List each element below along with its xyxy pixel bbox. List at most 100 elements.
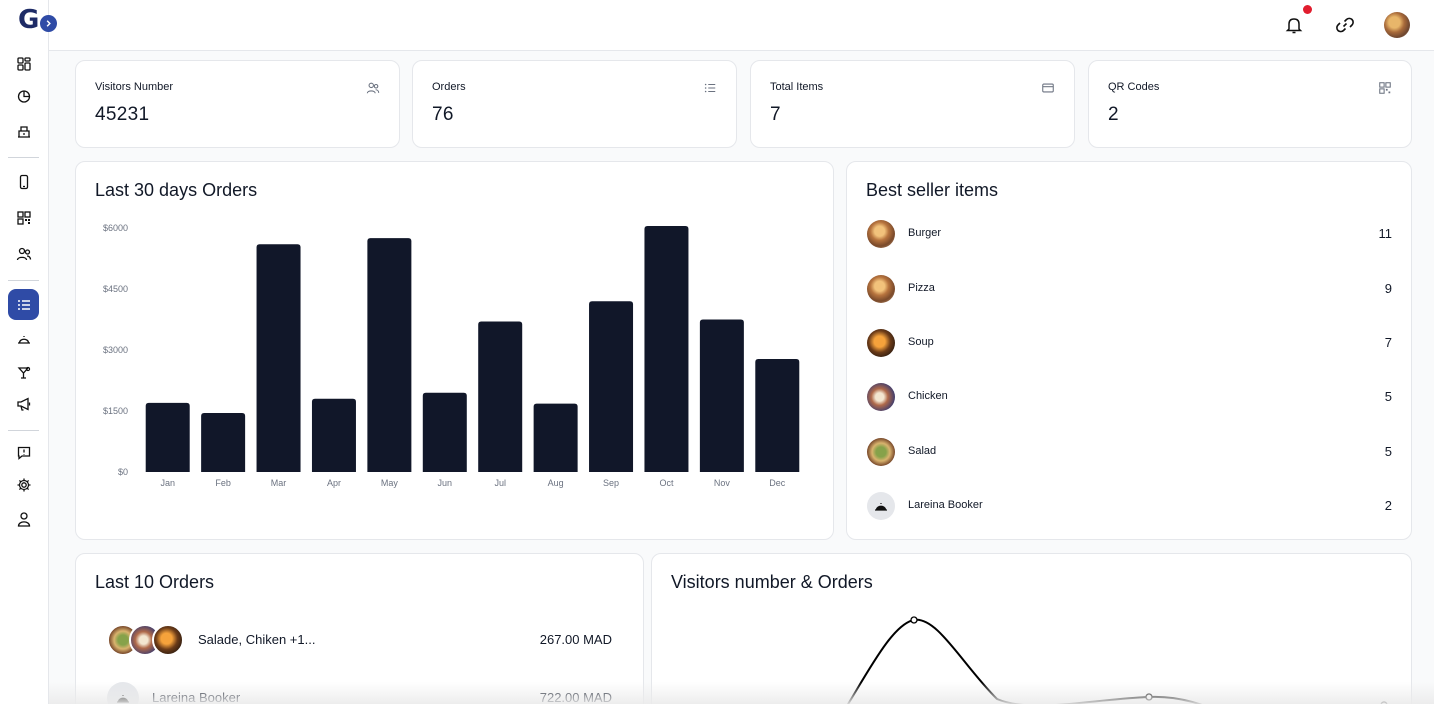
bar[interactable] [589, 301, 634, 472]
item-image [867, 275, 895, 303]
item-name: Salad [908, 445, 937, 457]
list-item[interactable]: Pizza 9 [867, 275, 1392, 303]
card-icon [1042, 83, 1054, 93]
order-amount: 267.00 MAD [539, 632, 612, 647]
share-link-button[interactable] [1333, 13, 1357, 37]
feedback-icon [17, 446, 30, 460]
x-tick-label: Dec [769, 478, 786, 488]
item-image [867, 438, 895, 466]
stat-card-qr-codes: QR Codes 2 [1088, 60, 1412, 148]
sidebar-item-settings[interactable] [8, 469, 39, 500]
sidebar-item-feedback[interactable] [8, 437, 39, 468]
item-count: 7 [1384, 335, 1392, 350]
item-count: 2 [1384, 498, 1392, 513]
stat-card-visitors: Visitors Number 45231 [75, 60, 400, 148]
bar[interactable] [478, 321, 523, 472]
chevron-right-icon [46, 20, 51, 27]
table-row[interactable]: Lareina Booker 722.00 MAD [107, 682, 612, 704]
best-sellers-card: Best seller items Burger 11 Pizza 9 Soup… [846, 161, 1412, 540]
sidebar-item-mobile[interactable] [8, 166, 39, 197]
card-title: Last 10 Orders [95, 572, 215, 592]
app-logo[interactable]: G [18, 5, 39, 35]
sidebar-item-menu[interactable] [8, 323, 39, 354]
sidebar-item-store[interactable] [8, 115, 39, 146]
bar[interactable] [755, 358, 800, 472]
bar[interactable] [644, 225, 689, 472]
y-tick-label: $1500 [103, 406, 128, 416]
item-name: Pizza [908, 282, 935, 294]
order-items: Salade, Chiken +1... [198, 632, 316, 647]
item-image [867, 383, 895, 411]
item-count: 11 [1378, 226, 1393, 241]
sidebar-item-profile[interactable] [8, 503, 39, 534]
item-name: Burger [908, 227, 942, 239]
notifications-button[interactable] [1282, 13, 1306, 37]
orders-bar-chart: $0 $1500 $3000 $4500 $6000 Jan Feb Mar Apr May Jun… [103, 223, 800, 488]
user-avatar[interactable] [1384, 12, 1410, 38]
sidebar-item-qr-codes[interactable] [8, 202, 39, 233]
sidebar-item-drinks[interactable] [8, 357, 39, 388]
bar[interactable] [533, 403, 578, 472]
last-orders-card: Last 10 Orders Salade, Chiken +1... 267.… [75, 553, 644, 704]
list-item[interactable]: Chicken 5 [867, 383, 1392, 411]
cocktail-icon [17, 366, 30, 379]
bar[interactable] [201, 413, 246, 472]
list-item[interactable]: Soup 7 [867, 329, 1392, 357]
line-point [1145, 693, 1153, 701]
x-tick-label: Mar [271, 478, 287, 488]
stat-card-orders: Orders 76 [412, 60, 737, 148]
stat-value: 7 [770, 104, 781, 125]
pie-chart-icon [17, 89, 30, 103]
bar[interactable] [699, 319, 744, 473]
list-icon [704, 83, 716, 93]
list-icon [17, 299, 30, 310]
table-row[interactable]: Salade, Chiken +1... 267.00 MAD [107, 624, 612, 658]
list-item[interactable]: Lareina Booker 2 [867, 492, 1392, 520]
stat-label: QR Codes [1108, 81, 1160, 93]
x-tick-label: Oct [659, 478, 674, 488]
settings-icon [17, 478, 30, 491]
cloche-icon [117, 695, 129, 703]
orders-chart-card: Last 30 days Orders $0 $1500 $3000 $4500 $60… [75, 161, 834, 540]
sidebar-item-dashboard[interactable] [8, 48, 39, 79]
store-icon [17, 125, 30, 138]
item-count: 5 [1384, 444, 1392, 459]
x-tick-label: Sep [603, 478, 619, 488]
order-amount: 722.00 MAD [539, 690, 612, 704]
qr-code-icon [16, 210, 31, 225]
visitors-chart-card: Visitors number & Orders [651, 553, 1412, 704]
item-name: Soup [908, 336, 934, 348]
bar[interactable] [145, 402, 190, 472]
stat-value: 45231 [95, 104, 150, 125]
stat-label: Total Items [770, 81, 824, 93]
users-icon [16, 247, 31, 260]
item-count: 9 [1384, 281, 1392, 296]
x-tick-label: May [381, 478, 399, 488]
x-tick-label: Jan [160, 478, 175, 488]
item-name: Chicken [908, 390, 948, 402]
x-tick-label: Jul [494, 478, 506, 488]
sidebar-toggle-button[interactable] [40, 15, 57, 32]
y-tick-label: $4500 [103, 284, 128, 294]
x-tick-label: Jun [438, 478, 453, 488]
sidebar-item-analytics[interactable] [8, 80, 39, 111]
sidebar-item-orders[interactable] [8, 289, 39, 320]
item-image [867, 329, 895, 357]
bar[interactable] [256, 244, 301, 472]
list-item[interactable]: Salad 5 [867, 438, 1392, 466]
stat-label: Orders [432, 81, 466, 93]
list-item[interactable]: Burger 11 [867, 220, 1392, 248]
y-tick-label: $3000 [103, 345, 128, 355]
sidebar-item-customers[interactable] [8, 238, 39, 269]
link-icon [1336, 17, 1354, 33]
bell-icon [1285, 18, 1303, 34]
user-icon [17, 511, 30, 527]
sidebar-item-marketing[interactable] [8, 388, 39, 419]
visitors-series-line [846, 618, 1203, 704]
bar[interactable] [422, 392, 467, 472]
x-tick-label: Feb [215, 478, 231, 488]
bar[interactable] [367, 238, 412, 472]
card-title: Best seller items [866, 180, 999, 200]
bar[interactable] [311, 398, 356, 472]
qr-code-icon [1379, 82, 1391, 94]
